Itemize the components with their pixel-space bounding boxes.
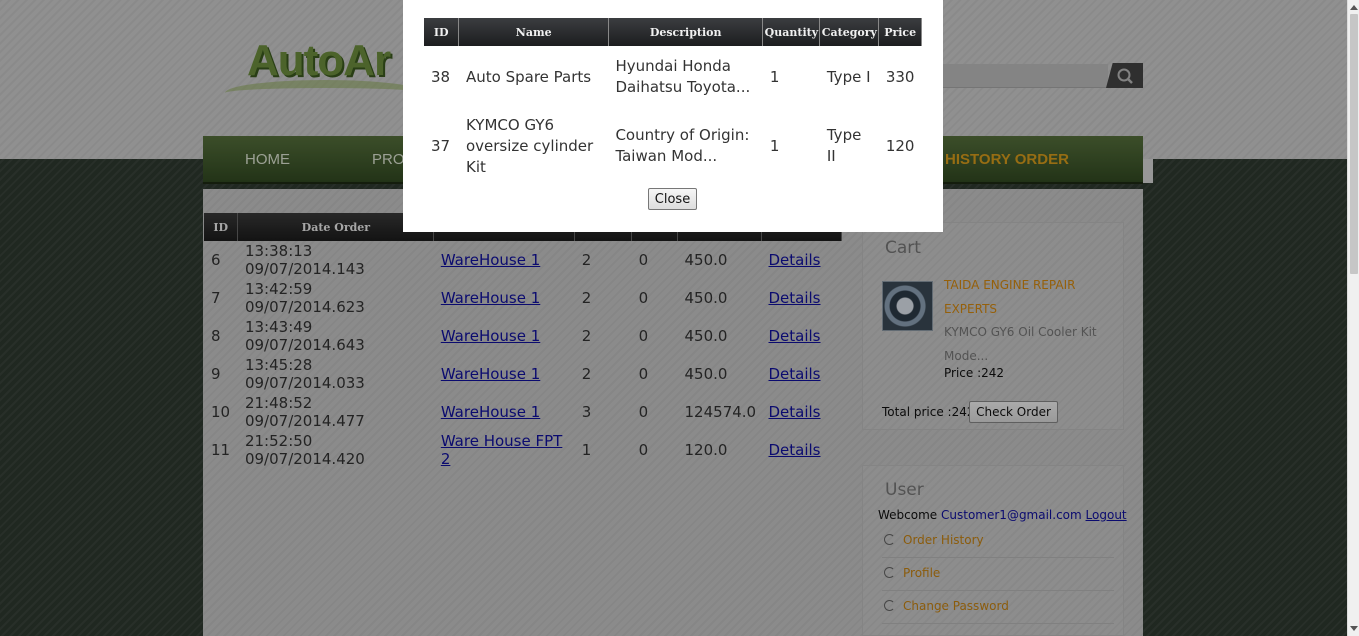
table-row: 38 Auto Spare Parts Hyundai Honda Daihat… — [424, 46, 922, 108]
items-col-name: Name — [458, 18, 609, 46]
table-row: 37 KYMCO GY6 oversize cylinder Kit Count… — [424, 108, 922, 184]
item-quantity: 1 — [769, 136, 780, 155]
item-category: Type I — [826, 67, 871, 86]
close-button[interactable]: Close — [648, 188, 697, 210]
order-items-table: ID Name Description Quantity Category Pr… — [424, 18, 922, 184]
scroll-up-icon[interactable] — [1350, 5, 1358, 10]
items-col-id: ID — [424, 18, 460, 46]
scroll-down-icon[interactable] — [1350, 626, 1358, 631]
page-scrollbar[interactable] — [1347, 0, 1359, 636]
item-name: Auto Spare Parts — [465, 67, 592, 86]
item-description: Country of Origin: Taiwan Mod... — [615, 126, 750, 165]
item-price: 120 — [885, 136, 915, 155]
item-price: 330 — [885, 67, 915, 86]
item-description: Hyundai Honda Daihatsu Toyota... — [615, 57, 751, 96]
order-details-modal: ID Name Description Quantity Category Pr… — [403, 0, 943, 232]
items-col-quantity: Quantity — [762, 18, 821, 46]
items-header-row: ID Name Description Quantity Category Pr… — [424, 18, 922, 46]
item-id: 38 — [431, 67, 451, 86]
item-name: KYMCO GY6 oversize cylinder Kit — [465, 115, 594, 176]
items-col-price: Price — [878, 18, 922, 46]
item-quantity: 1 — [769, 67, 780, 86]
item-category: Type II — [826, 126, 862, 165]
items-col-description: Description — [608, 18, 764, 46]
item-id: 37 — [431, 136, 451, 155]
items-col-category: Category — [819, 18, 880, 46]
scroll-thumb[interactable] — [1350, 14, 1358, 274]
